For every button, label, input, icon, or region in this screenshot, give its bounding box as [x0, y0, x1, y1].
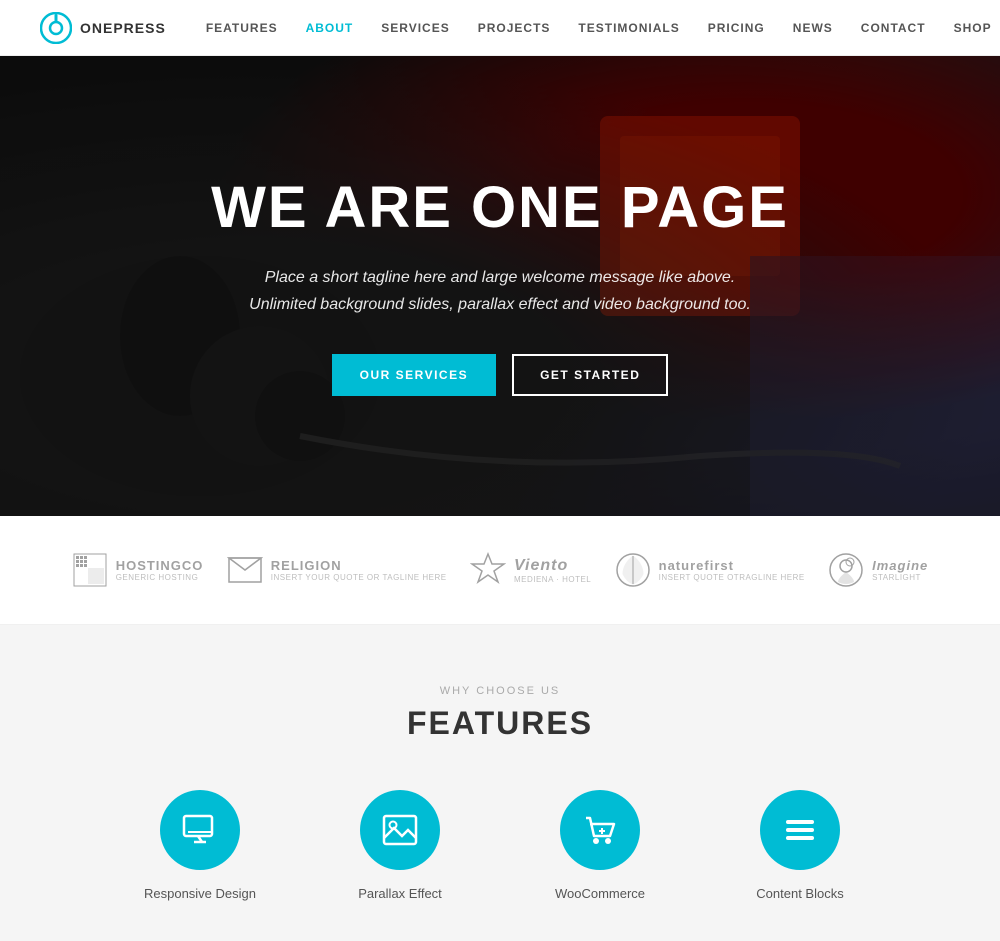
viento-name: Viento — [514, 556, 591, 575]
nav-item-features[interactable]: FEATURES — [206, 21, 278, 35]
nav-item-services[interactable]: SERVICES — [381, 21, 449, 35]
naturefirst-sub: INSERT QUOTE OTRAGLINE HERE — [659, 573, 805, 582]
hero-title: WE ARE ONE PAGE — [211, 176, 789, 240]
logo-text: ONEPRESS — [80, 20, 166, 36]
feature-woocommerce: WooCommerce — [530, 790, 670, 901]
nav-item-projects[interactable]: PROJECTS — [478, 21, 551, 35]
hostingco-sub: GENERIC HOSTING — [116, 573, 204, 582]
viento-icon — [470, 552, 506, 588]
feature-responsive-label: Responsive Design — [144, 886, 256, 901]
features-grid: Responsive Design Parallax Effect — [40, 790, 960, 901]
our-services-button[interactable]: OUR SERVICES — [332, 354, 496, 396]
image-icon — [380, 810, 420, 850]
logos-strip: HOSTINGCO GENERIC HOSTING RELIGION INSER… — [0, 516, 1000, 625]
logo-naturefirst: naturefirst INSERT QUOTE OTRAGLINE HERE — [615, 552, 805, 588]
monitor-icon — [180, 810, 220, 850]
features-section: WHY CHOOSE US FEATURES Responsive Design — [0, 625, 1000, 941]
imagine-sub: STARLIGHT — [872, 573, 928, 582]
imagine-name: Imagine — [872, 558, 928, 574]
feature-parallax-label: Parallax Effect — [358, 886, 442, 901]
imagine-icon — [828, 552, 864, 588]
logo-icon — [40, 12, 72, 44]
viento-sub: MEDIENA · HOTEL — [514, 575, 591, 584]
feature-parallax: Parallax Effect — [330, 790, 470, 901]
nav-item-testimonials[interactable]: TESTIMONIALS — [578, 21, 679, 35]
logo[interactable]: ONEPRESS — [40, 12, 166, 44]
nav-item-about[interactable]: ABOUT — [306, 21, 354, 35]
features-label: WHY CHOOSE US — [40, 685, 960, 697]
religion-sub: INSERT YOUR QUOTE OR TAGLINE HERE — [271, 573, 447, 582]
get-started-button[interactable]: GET STARTED — [512, 354, 668, 396]
hero-subtitle-line2: Unlimited background slides, parallax ef… — [249, 296, 751, 313]
cart-icon — [580, 810, 620, 850]
hostingco-icon — [72, 552, 108, 588]
logo-religion: RELIGION INSERT YOUR QUOTE OR TAGLINE HE… — [227, 552, 447, 588]
content-blocks-icon-circle — [760, 790, 840, 870]
menu-icon — [780, 810, 820, 850]
naturefirst-name: naturefirst — [659, 558, 805, 574]
hostingco-name: HOSTINGCO — [116, 558, 204, 574]
religion-name: RELIGION — [271, 558, 447, 574]
hero-content: WE ARE ONE PAGE Place a short tagline he… — [171, 176, 829, 396]
nav-item-pricing[interactable]: PRICING — [708, 21, 765, 35]
main-nav: FEATURES ABOUT SERVICES PROJECTS TESTIMONIAL… — [206, 19, 992, 37]
nav-item-contact[interactable]: CONTACT — [861, 21, 926, 35]
nav-item-shop[interactable]: SHOP — [954, 21, 992, 35]
responsive-icon-circle — [160, 790, 240, 870]
nav-item-news[interactable]: NEWS — [793, 21, 833, 35]
header: ONEPRESS FEATURES ABOUT SERVICES PROJECTS TE… — [0, 0, 1000, 56]
naturefirst-icon — [615, 552, 651, 588]
hero-subtitle: Place a short tagline here and large wel… — [211, 264, 789, 318]
hero-section: WE ARE ONE PAGE Place a short tagline he… — [0, 56, 1000, 516]
logo-hostingco: HOSTINGCO GENERIC HOSTING — [72, 552, 204, 588]
religion-icon — [227, 552, 263, 588]
logo-viento: Viento MEDIENA · HOTEL — [470, 552, 591, 588]
feature-woocommerce-label: WooCommerce — [555, 886, 645, 901]
hero-subtitle-line1: Place a short tagline here and large wel… — [265, 269, 736, 286]
feature-content-blocks: Content Blocks — [730, 790, 870, 901]
feature-responsive: Responsive Design — [130, 790, 270, 901]
feature-content-blocks-label: Content Blocks — [756, 886, 843, 901]
woocommerce-icon-circle — [560, 790, 640, 870]
logo-imagine: Imagine STARLIGHT — [828, 552, 928, 588]
hero-buttons: OUR SERVICES GET STARTED — [211, 354, 789, 396]
parallax-icon-circle — [360, 790, 440, 870]
features-title: FEATURES — [40, 705, 960, 742]
